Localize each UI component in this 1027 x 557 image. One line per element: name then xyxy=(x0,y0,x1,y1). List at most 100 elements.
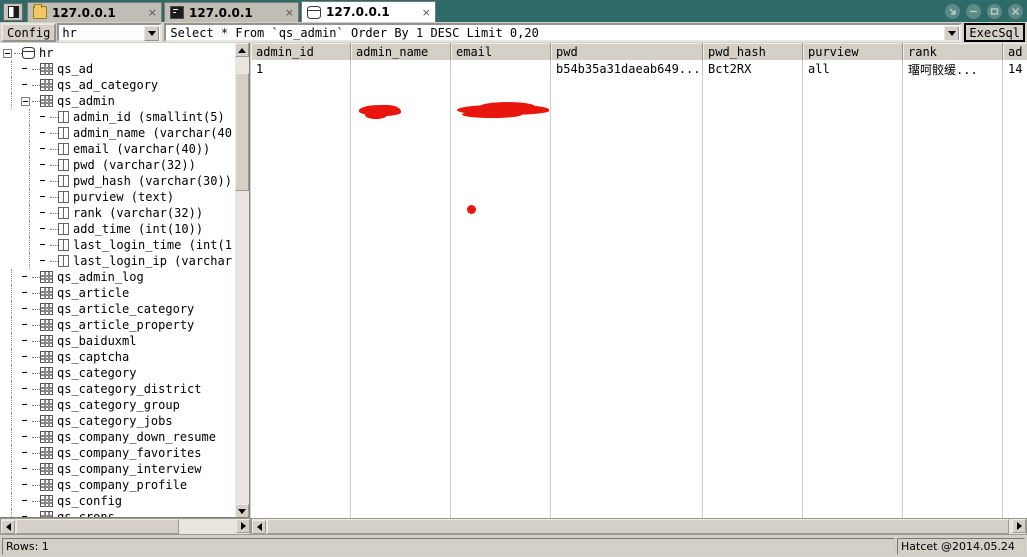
tree-node-add_time[interactable]: add_time (int(10)) xyxy=(3,221,236,237)
table-cell-empty[interactable] xyxy=(1003,186,1027,204)
table-cell-empty[interactable] xyxy=(903,420,1003,438)
table-row-empty[interactable] xyxy=(251,276,1027,294)
table-cell-empty[interactable] xyxy=(551,294,703,312)
tree-node-qs_crons[interactable]: qs_crons xyxy=(3,509,236,517)
tree-vertical-scrollbar[interactable] xyxy=(235,43,249,517)
table-cell-empty[interactable] xyxy=(1003,330,1027,348)
table-cell-empty[interactable] xyxy=(351,384,451,402)
scroll-down-button[interactable] xyxy=(235,504,249,517)
tree-node-qs_ad_category[interactable]: qs_ad_category xyxy=(3,77,236,93)
table-cell-empty[interactable] xyxy=(1003,420,1027,438)
table-cell-empty[interactable] xyxy=(803,474,903,492)
tab-connection-3[interactable]: 127.0.0.1 × xyxy=(301,1,436,22)
tree-node-pwd_hash[interactable]: pwd_hash (varchar(30)) xyxy=(3,173,236,189)
table-cell-empty[interactable] xyxy=(551,204,703,222)
tree-node-qs_baiduxml[interactable]: qs_baiduxml xyxy=(3,333,236,349)
table-cell-empty[interactable] xyxy=(803,132,903,150)
table-cell-empty[interactable] xyxy=(903,438,1003,456)
table-cell-empty[interactable] xyxy=(351,420,451,438)
table-cell-empty[interactable] xyxy=(1003,438,1027,456)
table-cell-empty[interactable] xyxy=(903,330,1003,348)
table-cell-empty[interactable] xyxy=(451,366,551,384)
tree-node-qs_company_profile[interactable]: qs_company_profile xyxy=(3,477,236,493)
table-cell-empty[interactable] xyxy=(551,510,703,518)
table-cell-empty[interactable] xyxy=(803,114,903,132)
table-row-empty[interactable] xyxy=(251,402,1027,420)
table-row-empty[interactable] xyxy=(251,438,1027,456)
table-cell-empty[interactable] xyxy=(903,132,1003,150)
tab-connection-1[interactable]: 127.0.0.1 × xyxy=(27,2,162,22)
table-cell-empty[interactable] xyxy=(351,312,451,330)
table-cell-empty[interactable] xyxy=(1003,402,1027,420)
table-cell-empty[interactable] xyxy=(251,78,351,96)
column-header-rank[interactable]: rank xyxy=(903,43,1003,60)
table-cell-empty[interactable] xyxy=(551,366,703,384)
tree-node-purview[interactable]: purview (text) xyxy=(3,189,236,205)
table-cell-empty[interactable] xyxy=(1003,456,1027,474)
table-cell-empty[interactable] xyxy=(451,456,551,474)
table-cell-empty[interactable] xyxy=(551,384,703,402)
table-cell-empty[interactable] xyxy=(1003,78,1027,96)
table-cell-empty[interactable] xyxy=(551,420,703,438)
table-cell-empty[interactable] xyxy=(251,438,351,456)
table-cell-empty[interactable] xyxy=(1003,114,1027,132)
table-cell-empty[interactable] xyxy=(1003,294,1027,312)
table-cell-empty[interactable] xyxy=(1003,474,1027,492)
table-cell-empty[interactable] xyxy=(251,114,351,132)
tree-node-email[interactable]: email (varchar(40)) xyxy=(3,141,236,157)
table-cell-empty[interactable] xyxy=(1003,366,1027,384)
table-cell-empty[interactable] xyxy=(803,348,903,366)
table-cell-empty[interactable] xyxy=(703,510,803,518)
tab-connection-2[interactable]: 127.0.0.1 × xyxy=(164,2,299,22)
tree-node-qs_category_group[interactable]: qs_category_group xyxy=(3,397,236,413)
table-cell-empty[interactable] xyxy=(251,186,351,204)
table-cell-empty[interactable] xyxy=(351,186,451,204)
table-row-empty[interactable] xyxy=(251,294,1027,312)
table-cell-empty[interactable] xyxy=(803,150,903,168)
table-cell-empty[interactable] xyxy=(251,240,351,258)
table-cell-empty[interactable] xyxy=(451,222,551,240)
tree-node-hr[interactable]: hr xyxy=(3,45,236,61)
table-cell-empty[interactable] xyxy=(703,402,803,420)
scroll-thumb[interactable] xyxy=(16,519,179,534)
table-cell-empty[interactable] xyxy=(451,510,551,518)
tab-close-icon[interactable]: × xyxy=(275,6,294,19)
table-row-empty[interactable] xyxy=(251,312,1027,330)
table-cell-empty[interactable] xyxy=(451,402,551,420)
table-cell-admin_id[interactable]: 1 xyxy=(251,60,351,78)
tree-node-qs_article[interactable]: qs_article xyxy=(3,285,236,301)
table-row-empty[interactable] xyxy=(251,456,1027,474)
table-cell-empty[interactable] xyxy=(351,366,451,384)
table-cell-empty[interactable] xyxy=(451,348,551,366)
table-cell-empty[interactable] xyxy=(803,492,903,510)
table-cell-empty[interactable] xyxy=(251,492,351,510)
column-header-purview[interactable]: purview xyxy=(803,43,903,60)
table-cell-empty[interactable] xyxy=(551,402,703,420)
table-cell-empty[interactable] xyxy=(1003,384,1027,402)
table-cell-empty[interactable] xyxy=(903,402,1003,420)
table-cell-empty[interactable] xyxy=(351,78,451,96)
table-cell-empty[interactable] xyxy=(703,366,803,384)
table-row-empty[interactable] xyxy=(251,150,1027,168)
table-cell-empty[interactable] xyxy=(551,312,703,330)
table-cell-empty[interactable] xyxy=(251,510,351,518)
table-cell-empty[interactable] xyxy=(451,276,551,294)
table-cell-empty[interactable] xyxy=(703,492,803,510)
expander-icon[interactable] xyxy=(3,48,12,58)
table-cell-empty[interactable] xyxy=(803,78,903,96)
tree-node-qs_company_favorites[interactable]: qs_company_favorites xyxy=(3,445,236,461)
table-row-empty[interactable] xyxy=(251,186,1027,204)
table-row-empty[interactable] xyxy=(251,330,1027,348)
table-row-empty[interactable] xyxy=(251,240,1027,258)
table-cell-empty[interactable] xyxy=(1003,258,1027,276)
table-cell-empty[interactable] xyxy=(703,456,803,474)
column-header-ad[interactable]: ad xyxy=(1003,43,1027,60)
table-cell-empty[interactable] xyxy=(351,168,451,186)
table-cell-empty[interactable] xyxy=(703,150,803,168)
table-cell-empty[interactable] xyxy=(551,78,703,96)
tree-node-qs_category_district[interactable]: qs_category_district xyxy=(3,381,236,397)
table-cell-empty[interactable] xyxy=(351,276,451,294)
table-cell-pwd[interactable]: b54b35a31daeab649... xyxy=(551,60,703,78)
table-cell-empty[interactable] xyxy=(451,132,551,150)
table-cell-empty[interactable] xyxy=(703,384,803,402)
